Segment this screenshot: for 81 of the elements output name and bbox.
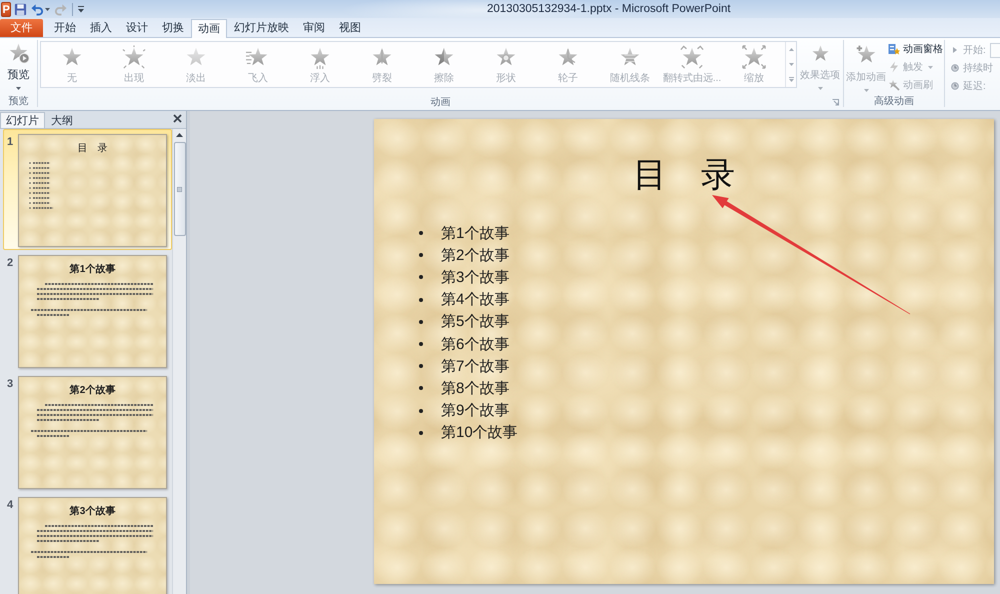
- bullet-text: 第1个故事: [441, 224, 510, 243]
- slide-title: 目 录: [633, 157, 735, 194]
- star-burst-icon: [122, 45, 146, 69]
- caret-icon: [45, 8, 50, 10]
- ribbon-tab[interactable]: 视图: [332, 19, 368, 37]
- caret-icon: [78, 6, 84, 12]
- bullet-text: 第7个故事: [441, 356, 510, 376]
- bullet-text: 第3个故事: [441, 268, 510, 287]
- bullet-text: 第8个故事: [441, 378, 510, 398]
- animation-pane-icon: [888, 43, 900, 55]
- triangle-icon: [951, 46, 959, 54]
- slide-list-item[interactable]: 2 第1个故事: [3, 250, 172, 371]
- more-caret-icon: [788, 77, 794, 82]
- caret-icon: [864, 89, 868, 92]
- file-tab[interactable]: 文件: [0, 19, 43, 37]
- star-arrows-icon: [680, 45, 704, 69]
- lightning-icon: [888, 61, 900, 73]
- ribbon-tab[interactable]: 开始: [47, 19, 83, 37]
- bullet-icon: [419, 298, 423, 302]
- dialog-launcher-icon[interactable]: [832, 99, 839, 106]
- slide-list-item[interactable]: 4 第3个故事: [3, 492, 172, 594]
- thumbnail-title: 目 录: [78, 143, 108, 155]
- ribbon-tab[interactable]: 切换: [155, 19, 191, 37]
- caret-up-icon: [788, 48, 794, 51]
- slide-number: 2: [6, 256, 14, 271]
- pane-tab[interactable]: 大纲: [45, 112, 79, 128]
- ribbon-tab[interactable]: 幻灯片放映: [227, 19, 296, 37]
- timing-label: 持续时: [963, 62, 993, 75]
- bullet-text: 第4个故事: [441, 290, 510, 310]
- bullet-icon: [419, 364, 423, 368]
- star-brush-icon: [888, 79, 900, 91]
- grip-icon: [177, 186, 182, 192]
- preview-button[interactable]: 预览: [2, 38, 36, 90]
- bullet-text: 第6个故事: [441, 334, 510, 354]
- bullet-icon: [419, 342, 423, 346]
- ribbon-tab[interactable]: 设计: [119, 19, 155, 37]
- thumbnail-title: 第2个故事: [70, 385, 116, 397]
- bullet-icon: [419, 386, 423, 390]
- slide-number: 4: [6, 498, 14, 513]
- slide-number: 1: [6, 135, 14, 150]
- group-label: 预览: [8, 96, 28, 107]
- bullet-icon: [419, 320, 423, 324]
- timing-label: 开始:: [963, 44, 986, 57]
- save-button[interactable]: [13, 1, 28, 17]
- clock-icon: [951, 82, 959, 90]
- clock-icon: [951, 64, 959, 72]
- bullet-text: 第5个故事: [441, 312, 510, 332]
- start-field[interactable]: [990, 42, 1000, 58]
- bullet-icon: [419, 231, 423, 236]
- close-icon[interactable]: [173, 114, 182, 122]
- thumbnail-title: 第1个故事: [70, 264, 116, 276]
- redo-arrow-icon: [54, 2, 68, 16]
- pane-tab[interactable]: 幻灯片: [0, 112, 45, 128]
- caret-up-icon: [176, 133, 183, 137]
- group-label: 动画: [430, 96, 450, 110]
- slide-list-item[interactable]: 1 目 录: [3, 129, 172, 250]
- bullet-icon: [419, 275, 423, 280]
- command-button[interactable]: 动画窗格: [888, 42, 943, 56]
- window-title: 20130305132934-1.pptx - Microsoft PowerPoint: [487, 3, 731, 15]
- slide-number: 3: [6, 377, 14, 392]
- caret-icon: [818, 87, 822, 90]
- undo-arrow-icon: [31, 2, 44, 16]
- bullet-icon: [419, 408, 423, 413]
- star-expand-icon: [742, 45, 766, 69]
- slide-list-item[interactable]: 3 第2个故事: [3, 371, 172, 492]
- ribbon-tab[interactable]: 插入: [83, 19, 119, 37]
- group-label: 高级动画: [874, 96, 914, 107]
- thumbnail-title: 第3个故事: [70, 506, 116, 518]
- caret-icon: [788, 63, 794, 66]
- caret-icon: [928, 66, 933, 68]
- scrollbar-thumb[interactable]: [174, 142, 186, 236]
- ribbon-tab[interactable]: 动画: [191, 19, 227, 38]
- timing-label: 延迟:: [963, 80, 986, 93]
- bullet-text: 第10个故事: [441, 423, 518, 442]
- bullet-icon: [419, 253, 423, 258]
- bullet-text: 第9个故事: [441, 401, 510, 420]
- app-logo[interactable]: P: [1, 2, 12, 16]
- bullet-text: 第2个故事: [441, 246, 510, 265]
- caret-icon: [16, 87, 21, 90]
- bullet-icon: [419, 430, 423, 435]
- ribbon-tab[interactable]: 审阅: [296, 19, 332, 37]
